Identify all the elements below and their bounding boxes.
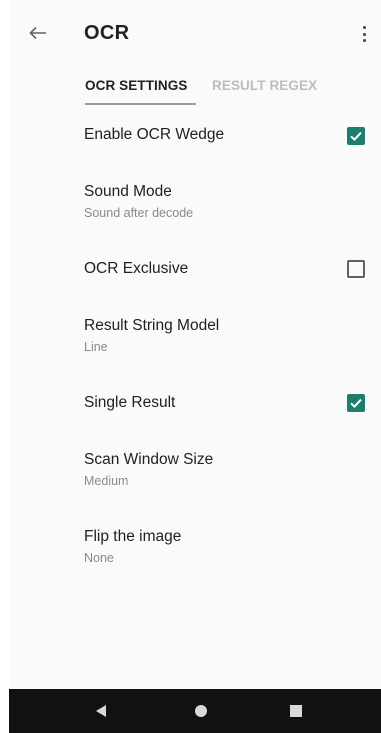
- setting-summary: Sound after decode: [84, 206, 194, 220]
- setting-ocr-exclusive[interactable]: OCR Exclusive: [9, 246, 381, 292]
- setting-label: Flip the image: [84, 528, 182, 545]
- back-button[interactable]: [23, 18, 53, 48]
- tab-bar: OCR SETTINGS RESULT REGEX: [75, 70, 381, 110]
- arrow-back-icon: [29, 26, 46, 40]
- nav-back-button[interactable]: [89, 699, 113, 723]
- setting-label: Enable OCR Wedge: [84, 126, 225, 143]
- app-bar: OCR: [9, 0, 381, 70]
- nav-home-button[interactable]: [189, 699, 213, 723]
- setting-label: Result String Model: [84, 317, 220, 334]
- nav-home-circle-icon: [195, 705, 207, 717]
- setting-sound-mode[interactable]: Sound Mode Sound after decode: [9, 170, 381, 230]
- setting-label: Sound Mode: [84, 183, 172, 200]
- check-icon: [350, 398, 362, 409]
- nav-back-triangle-icon: [96, 705, 106, 717]
- tab-ocr-settings[interactable]: OCR SETTINGS: [85, 78, 187, 93]
- setting-summary: Medium: [84, 474, 129, 488]
- setting-result-string-model[interactable]: Result String Model Line: [9, 304, 381, 364]
- setting-scan-window-size[interactable]: Scan Window Size Medium: [9, 438, 381, 498]
- single-result-checkbox[interactable]: [347, 394, 365, 412]
- setting-label: Single Result: [84, 394, 176, 411]
- tab-result-regex[interactable]: RESULT REGEX: [212, 78, 317, 93]
- tab-indicator: [85, 103, 196, 105]
- setting-enable-ocr-wedge[interactable]: Enable OCR Wedge: [9, 112, 381, 158]
- ocr-exclusive-checkbox[interactable]: [347, 260, 365, 278]
- nav-recents-button[interactable]: [284, 699, 308, 723]
- setting-flip-the-image[interactable]: Flip the image None: [9, 515, 381, 575]
- setting-summary: None: [84, 551, 114, 565]
- check-icon: [350, 131, 362, 142]
- enable-ocr-wedge-checkbox[interactable]: [347, 127, 365, 145]
- setting-summary: Line: [84, 340, 108, 354]
- more-vert-icon: [362, 26, 366, 29]
- nav-recents-square-icon: [290, 705, 302, 717]
- page-title: OCR: [84, 22, 130, 44]
- setting-label: OCR Exclusive: [84, 260, 189, 277]
- more-vert-dot: [362, 39, 366, 42]
- setting-single-result[interactable]: Single Result: [9, 380, 381, 426]
- more-vert-dot: [362, 32, 366, 36]
- more-options-button[interactable]: [357, 26, 371, 42]
- setting-label: Scan Window Size: [84, 451, 214, 468]
- system-navigation-bar: [9, 689, 381, 733]
- settings-screen: OCR OCR SETTINGS RESULT REGEX Enable OCR…: [9, 0, 381, 733]
